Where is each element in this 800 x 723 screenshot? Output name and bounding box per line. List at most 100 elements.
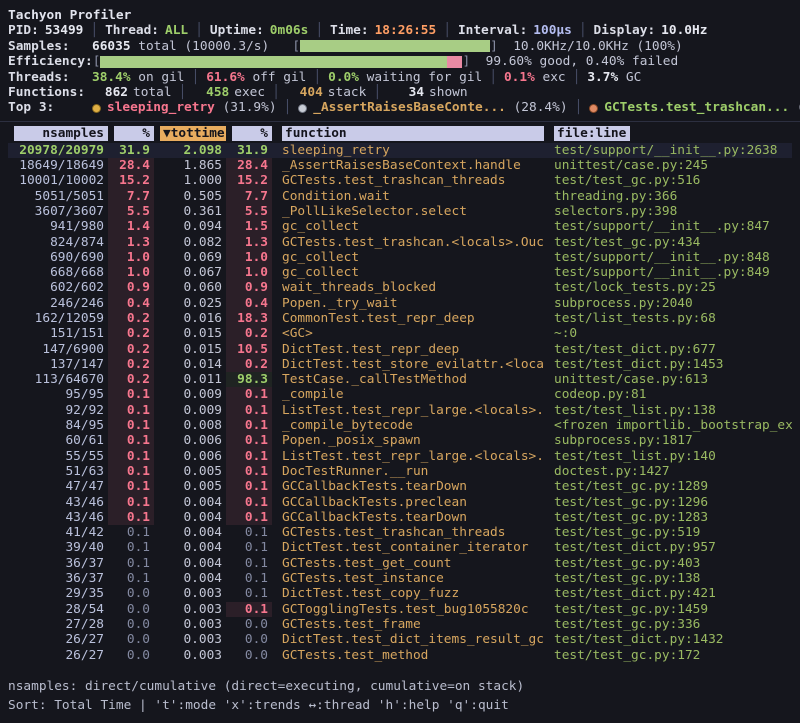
status-value: ALL xyxy=(165,23,188,38)
function-name-cell: CommonTest.test_repr_deep xyxy=(272,311,544,326)
stat-label: exc xyxy=(543,70,566,85)
table-row[interactable]: 690/690 1.0 0.069 1.0 gc_collect test/su… xyxy=(8,250,792,265)
table-row[interactable]: 5051/5051 7.7 0.505 7.7 Condition.wait t… xyxy=(8,189,792,204)
table-row[interactable]: 246/246 0.4 0.025 0.4 Popen._try_wait su… xyxy=(8,296,792,311)
table-row[interactable]: 137/147 0.2 0.014 0.2 DictTest.test_stor… xyxy=(8,357,792,372)
footer: nsamples: direct/cumulative (direct=exec… xyxy=(0,677,800,715)
nsamples-cell: 162/12059 xyxy=(8,311,108,326)
nsamples-cell: 151/151 xyxy=(8,326,108,341)
status-label: Time: xyxy=(330,23,369,38)
column-header-cumulative-pct[interactable]: % xyxy=(232,126,272,141)
divider: │ xyxy=(265,85,287,100)
table-row[interactable]: 36/37 0.1 0.004 0.1 GCTests.test_instanc… xyxy=(8,571,792,586)
file-line-cell: test/test_gc.py:336 xyxy=(544,617,792,632)
function-name-cell: GCTogglingTests.test_bug1055820c xyxy=(272,602,544,617)
bar-close-bracket: ] xyxy=(490,39,498,54)
table-row[interactable]: 28/54 0.0 0.003 0.1 GCTogglingTests.test… xyxy=(8,602,792,617)
divider: │ xyxy=(436,23,458,38)
table-row[interactable]: 51/63 0.1 0.005 0.1 DocTestRunner.__run … xyxy=(8,464,792,479)
table-row[interactable]: 43/46 0.1 0.004 0.1 GCCallbackTests.prec… xyxy=(8,495,792,510)
tottime-cell: 0.004 xyxy=(154,556,226,571)
table-row[interactable]: 47/47 0.1 0.005 0.1 GCCallbackTests.tear… xyxy=(8,479,792,494)
function-name-cell: sleeping_retry xyxy=(272,143,544,158)
table-row[interactable]: 602/602 0.9 0.060 0.9 wait_threads_block… xyxy=(8,280,792,295)
legend-text: nsamples: direct/cumulative (direct=exec… xyxy=(0,677,800,696)
table-row[interactable]: 20978/20979 31.9 2.098 31.9 sleeping_ret… xyxy=(8,143,792,158)
thread-stat: │0.0% waiting for gil xyxy=(306,70,482,85)
samples-bar xyxy=(300,40,490,52)
table-row[interactable]: 41/42 0.1 0.004 0.1 GCTests.test_trashca… xyxy=(8,525,792,540)
table-row[interactable]: 36/37 0.1 0.004 0.1 GCTests.test_get_cou… xyxy=(8,556,792,571)
divider: │ xyxy=(83,23,105,38)
function-name-cell: GCTests.test_trashcan_threads xyxy=(272,525,544,540)
table-row[interactable]: 3607/3607 5.5 0.361 5.5 _PollLikeSelecto… xyxy=(8,204,792,219)
table-row[interactable]: 55/55 0.1 0.006 0.1 ListTest.test_repr_l… xyxy=(8,449,792,464)
table-row[interactable]: 10001/10002 15.2 1.000 15.2 GCTests.test… xyxy=(8,173,792,188)
table-row[interactable]: 26/27 0.0 0.003 0.0 GCTests.test_method … xyxy=(8,648,792,663)
cumulative-pct-cell: 0.1 xyxy=(226,464,272,479)
cumulative-pct-cell: 0.1 xyxy=(226,433,272,448)
table-row[interactable]: 60/61 0.1 0.006 0.1 Popen._posix_spawn s… xyxy=(8,433,792,448)
table-row[interactable]: 92/92 0.1 0.009 0.1 ListTest.test_repr_l… xyxy=(8,403,792,418)
function-name-cell: _compile xyxy=(272,387,544,402)
nsamples-cell: 18649/18649 xyxy=(8,158,108,173)
file-line-cell: test/test_gc.py:1459 xyxy=(544,602,792,617)
status-label: PID: xyxy=(8,23,39,38)
nsamples-cell: 26/27 xyxy=(8,632,108,647)
table-row[interactable]: 27/28 0.0 0.003 0.0 GCTests.test_frame t… xyxy=(8,617,792,632)
threads-label: Threads: xyxy=(8,70,92,85)
cumulative-pct-cell: 1.0 xyxy=(226,265,272,280)
column-header-function[interactable]: function xyxy=(282,126,544,141)
stat-value: 404 xyxy=(287,85,323,100)
table-row[interactable]: 941/980 1.4 0.094 1.5 gc_collect test/su… xyxy=(8,219,792,234)
table-row[interactable]: 39/40 0.1 0.004 0.1 DictTest.test_contai… xyxy=(8,540,792,555)
table-row[interactable]: 147/6900 0.2 0.015 10.5 DictTest.test_re… xyxy=(8,342,792,357)
column-header-fileline[interactable]: file:line xyxy=(554,126,630,141)
cumulative-pct-cell: 28.4 xyxy=(226,158,272,173)
table-row[interactable]: 95/95 0.1 0.009 0.1 _compile codeop.py:8… xyxy=(8,387,792,402)
function-name-cell: Popen._posix_spawn xyxy=(272,433,544,448)
nsamples-cell: 137/147 xyxy=(8,357,108,372)
column-header-direct-pct[interactable]: % xyxy=(114,126,154,141)
table-row[interactable]: 18649/18649 28.4 1.865 28.4 _AssertRaise… xyxy=(8,158,792,173)
cumulative-pct-cell: 0.0 xyxy=(226,648,272,663)
file-line-cell: test/test_gc.py:434 xyxy=(544,235,792,250)
function-name-cell: GCTests.test_trashcan.<locals>.Ouch.... xyxy=(272,235,544,250)
direct-pct-cell: 0.1 xyxy=(108,571,154,586)
file-line-cell: subprocess.py:2040 xyxy=(544,296,792,311)
table-row[interactable]: 43/46 0.1 0.004 0.1 GCCallbackTests.tear… xyxy=(8,510,792,525)
file-line-cell: codeop.py:81 xyxy=(544,387,792,402)
tottime-cell: 0.003 xyxy=(154,648,226,663)
stat-value: 0.0% xyxy=(328,70,359,85)
table-row[interactable]: 26/27 0.0 0.003 0.0 DictTest.test_dict_i… xyxy=(8,632,792,647)
tottime-cell: 0.060 xyxy=(154,280,226,295)
tottime-cell: 0.025 xyxy=(154,296,226,311)
tottime-cell: 0.009 xyxy=(154,387,226,402)
table-row[interactable]: 668/668 1.0 0.067 1.0 gc_collect test/su… xyxy=(8,265,792,280)
file-line-cell: test/test_dict.py:421 xyxy=(544,586,792,601)
function-name-cell: _compile_bytecode xyxy=(272,418,544,433)
status-label: Interval: xyxy=(458,23,527,38)
cumulative-pct-cell: 0.1 xyxy=(226,449,272,464)
top-function-pct: (31.9%) xyxy=(223,100,277,115)
status-value: 10.0Hz xyxy=(661,23,707,38)
table-row[interactable]: 113/64670 0.2 0.011 98.3 TestCase._callT… xyxy=(8,372,792,387)
table-row[interactable]: 151/151 0.2 0.015 0.2 <GC> ~:0 xyxy=(8,326,792,341)
function-name-cell: <GC> xyxy=(272,326,544,341)
file-line-cell: test/test_gc.py:519 xyxy=(544,525,792,540)
nsamples-cell: 824/874 xyxy=(8,235,108,250)
file-line-cell: test/support/__init__.py:849 xyxy=(544,265,792,280)
file-line-cell: doctest.py:1427 xyxy=(544,464,792,479)
direct-pct-cell: 1.3 xyxy=(108,235,154,250)
cumulative-pct-cell: 0.9 xyxy=(226,280,272,295)
table-row[interactable]: 84/95 0.1 0.008 0.1 _compile_bytecode <f… xyxy=(8,418,792,433)
table-row[interactable]: 162/12059 0.2 0.016 18.3 CommonTest.test… xyxy=(8,311,792,326)
file-line-cell: test/test_list.py:140 xyxy=(544,449,792,464)
column-header-tottime-sorted[interactable]: ▼tottime xyxy=(160,126,226,141)
table-row[interactable]: 824/874 1.3 0.082 1.3 GCTests.test_trash… xyxy=(8,235,792,250)
column-header-nsamples[interactable]: nsamples xyxy=(14,126,108,141)
direct-pct-cell: 0.1 xyxy=(108,540,154,555)
function-stat: │862total xyxy=(92,85,172,100)
nsamples-cell: 36/37 xyxy=(8,571,108,586)
table-row[interactable]: 29/35 0.0 0.003 0.1 DictTest.test_copy_f… xyxy=(8,586,792,601)
